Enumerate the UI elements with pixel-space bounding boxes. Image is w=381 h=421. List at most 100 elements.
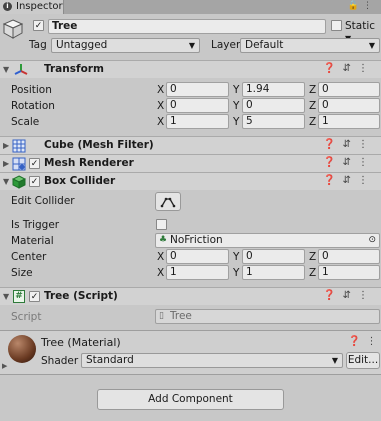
script-value: Tree [170, 310, 192, 322]
y-label: Y [233, 251, 240, 263]
material-preview-sphere [8, 335, 36, 363]
material-label: Material [11, 235, 54, 247]
box-collider-icon [12, 175, 26, 189]
y-label: Y [233, 116, 240, 128]
expand-arrow-icon[interactable]: ▼ [3, 177, 9, 186]
box-collider-header[interactable]: ▼ ✓ Box Collider ❓⇵⋮ [0, 172, 381, 190]
center-y-field[interactable]: 0 [242, 249, 305, 264]
y-label: Y [233, 100, 240, 112]
mesh-filter-header[interactable]: ▶ Cube (Mesh Filter) ❓⇵⋮ [0, 136, 381, 154]
rotation-y-field[interactable]: 0 [242, 98, 305, 113]
x-label: X [157, 116, 165, 128]
component-tools-icons[interactable]: ❓⇵⋮ [323, 290, 375, 301]
position-y-field[interactable]: 1.94 [242, 82, 305, 97]
z-label: Z [309, 100, 317, 112]
edit-collider-icon [160, 197, 176, 208]
mesh-renderer-title: Mesh Renderer [44, 157, 134, 169]
z-label: Z [309, 84, 317, 96]
box-collider-title: Box Collider [44, 175, 116, 187]
center-x-field[interactable]: 0 [166, 249, 229, 264]
material-tools-icons[interactable]: ❓⋮ [348, 336, 381, 347]
divider [0, 374, 381, 375]
x-label: X [157, 251, 165, 263]
material-field[interactable]: ♣ NoFriction ⊙ [155, 233, 380, 248]
object-name-field[interactable]: Tree [48, 19, 326, 34]
static-checkbox[interactable] [331, 20, 342, 31]
mesh-renderer-icon [12, 157, 26, 171]
scale-x-field[interactable]: 1 [166, 114, 229, 129]
size-y-field[interactable]: 1 [242, 265, 305, 280]
y-label: Y [233, 84, 240, 96]
rotation-label: Rotation [11, 100, 55, 112]
transform-header[interactable]: ▼ Transform ❓⇵⋮ [0, 60, 381, 78]
component-tools-icons[interactable]: ❓⇵⋮ [323, 157, 375, 168]
layer-label: Layer [211, 39, 241, 51]
position-x-field[interactable]: 0 [166, 82, 229, 97]
expand-arrow-icon[interactable]: ▶ [3, 159, 9, 168]
component-tools-icons[interactable]: ❓⇵⋮ [323, 175, 375, 186]
object-picker-icon[interactable]: ⊙ [368, 234, 376, 247]
gameobject-cube-icon [2, 19, 24, 39]
is-trigger-label: Is Trigger [11, 219, 60, 231]
chevron-down-icon: ▼ [188, 41, 195, 50]
x-label: X [157, 267, 165, 279]
mesh-filter-title: Cube (Mesh Filter) [44, 139, 154, 151]
scale-z-field[interactable]: 1 [318, 114, 380, 129]
y-label: Y [233, 267, 240, 279]
position-label: Position [11, 84, 52, 96]
scale-y-field[interactable]: 5 [242, 114, 305, 129]
scale-label: Scale [11, 116, 40, 128]
active-checkbox[interactable]: ✓ [33, 20, 44, 31]
mesh-filter-icon [12, 139, 26, 153]
transform-title: Transform [44, 63, 104, 75]
expand-arrow-icon[interactable]: ▼ [3, 65, 9, 74]
edit-collider-button[interactable] [155, 192, 181, 211]
tab-inspector-label: Inspector [16, 1, 63, 12]
info-icon: i [3, 2, 12, 11]
physic-material-icon: ♣ [159, 235, 168, 245]
expand-arrow-icon[interactable]: ▶ [2, 362, 7, 370]
layer-value: Default [245, 39, 284, 51]
edit-shader-button[interactable]: Edit... [346, 352, 380, 369]
size-label: Size [11, 267, 33, 279]
x-label: X [157, 100, 165, 112]
center-label: Center [11, 251, 47, 263]
size-z-field[interactable]: 1 [318, 265, 380, 280]
shader-label: Shader [41, 355, 79, 367]
component-tools-icons[interactable]: ❓⇵⋮ [323, 139, 375, 150]
center-z-field[interactable]: 0 [318, 249, 380, 264]
mesh-renderer-enabled-checkbox[interactable]: ✓ [29, 158, 40, 169]
component-tools-icons[interactable]: ❓⇵⋮ [323, 63, 375, 74]
material-value: NoFriction [170, 234, 223, 246]
edit-collider-label: Edit Collider [11, 195, 75, 207]
tree-script-header[interactable]: ▼ # ✓ Tree (Script) ❓⇵⋮ [0, 287, 381, 305]
size-x-field[interactable]: 1 [166, 265, 229, 280]
position-z-field[interactable]: 0 [318, 82, 380, 97]
mesh-renderer-header[interactable]: ▶ ✓ Mesh Renderer ❓⇵⋮ [0, 154, 381, 172]
tab-inspector[interactable]: i Inspector [0, 0, 64, 14]
chevron-down-icon: ▼ [368, 41, 375, 50]
layer-dropdown[interactable]: Default ▼ [240, 38, 380, 53]
rotation-x-field[interactable]: 0 [166, 98, 229, 113]
z-label: Z [309, 251, 317, 263]
box-collider-enabled-checkbox[interactable]: ✓ [29, 176, 40, 187]
tag-label: Tag [29, 39, 47, 51]
z-label: Z [309, 116, 317, 128]
x-label: X [157, 84, 165, 96]
expand-arrow-icon[interactable]: ▼ [3, 292, 9, 301]
shader-value: Standard [86, 354, 134, 366]
rotation-z-field[interactable]: 0 [318, 98, 380, 113]
material-title: Tree (Material) [41, 336, 121, 349]
is-trigger-checkbox[interactable] [156, 219, 167, 230]
chevron-down-icon: ▼ [331, 356, 338, 365]
script-field: ▯ Tree [155, 309, 380, 324]
transform-icon [14, 64, 28, 75]
expand-arrow-icon[interactable]: ▶ [3, 141, 9, 150]
add-component-button[interactable]: Add Component [97, 389, 284, 410]
tab-lock-menu-icons[interactable]: 🔒⋮ [348, 1, 376, 11]
shader-dropdown[interactable]: Standard ▼ [81, 353, 343, 368]
tag-dropdown[interactable]: Untagged ▼ [51, 38, 200, 53]
tag-value: Untagged [56, 39, 108, 51]
tree-script-enabled-checkbox[interactable]: ✓ [29, 291, 40, 302]
static-label: Static [345, 20, 376, 32]
